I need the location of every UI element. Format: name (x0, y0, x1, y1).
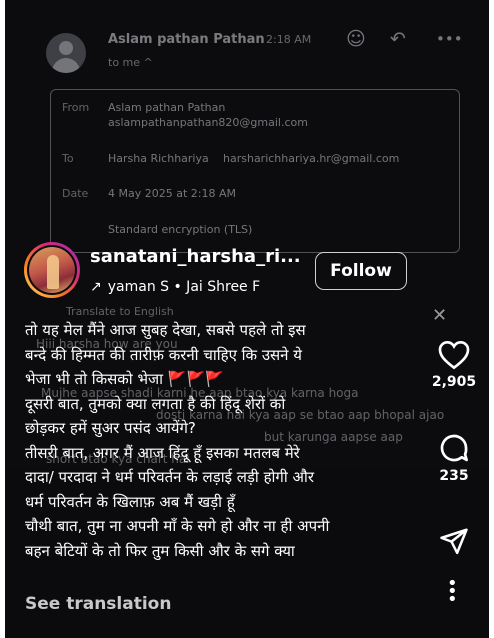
email-sender-name: Aslam pathan Pathan (108, 32, 265, 47)
comment-action[interactable]: 235 (430, 432, 478, 484)
to-label: To (62, 152, 74, 165)
more-options-icon: ••• (436, 30, 463, 48)
heart-icon[interactable] (438, 340, 470, 370)
caption-line: बन्दे की हिम्मत की तारीफ़ करनी चाहिए कि … (25, 345, 302, 364)
trending-arrow-icon: ↗ (90, 279, 102, 295)
reel-caption: तो यह मेल मैंने आज सुबह देखा, सबसे पहले … (25, 318, 437, 563)
from-email: aslampathanpathan820@gmail.com (108, 116, 308, 129)
caption-line-text: भेजा भी तो किसको भेजा (25, 370, 164, 388)
encryption-info: Standard encryption (TLS) (108, 223, 253, 236)
caption-line: छोड़कर हमें सुअर पसंद आयेंगे? (25, 419, 196, 437)
caption-line: तो यह मेल मैंने आज सुबह देखा, सबसे पहले … (25, 321, 306, 339)
share-action[interactable] (430, 526, 478, 556)
date-label: Date (62, 187, 89, 200)
comment-count: 235 (439, 468, 469, 484)
caption-line: बहन बेटियों के तो फिर तुम किसी और के सगे… (25, 541, 295, 560)
audio-track-label: уаman S • Jai Shree F (107, 279, 261, 295)
flag-icons: 🚩🚩🚩 (167, 370, 224, 388)
sender-avatar (46, 33, 86, 73)
caption-line: भेजा भी तो किसको भेजा 🚩🚩🚩 (25, 367, 437, 392)
caption-line: तीसरी बात, अगर मैं आज हिंदू हूँ इसका मतल… (25, 443, 300, 462)
reply-icon: ↶ (390, 28, 406, 50)
caption-line: चौथी बात, तुम ना अपनी माँ के सगे हो और न… (25, 517, 330, 535)
caption-line: धर्म परिवर्तन के खिलाफ़ अब मैं खड़ी हूँ (25, 492, 235, 511)
to-email: harsharichhariya.hr@gmail.com (223, 152, 400, 165)
profile-username[interactable]: sanatani_harsha_ri... (90, 246, 301, 267)
see-translation-link[interactable]: See translation (25, 594, 171, 614)
caption-line: दूसरी बात, तुमको क्या लगता है की हिंदू श… (25, 394, 286, 413)
to-name: Harsha Richhariya (108, 152, 209, 165)
caption-line: दादा/ परदादा ने धर्म परिवर्तन के लड़ाई ल… (25, 468, 315, 486)
translate-to-english-link: Translate to English (66, 305, 174, 318)
profile-avatar[interactable] (24, 242, 80, 298)
emoji-react-icon: ☺ (346, 28, 366, 50)
from-name: Aslam pathan Pathan (108, 101, 226, 114)
more-options-vertical-icon[interactable]: • • • (447, 575, 458, 609)
reel-viewer: Aslam pathan Pathan 2:18 AM to me ^ ☺ ↶ … (0, 0, 494, 638)
audio-track[interactable]: ↗ уаman S • Jai Shree F (90, 279, 260, 295)
send-share-icon[interactable] (439, 526, 469, 556)
comment-bubble-icon[interactable] (438, 432, 470, 464)
follow-button[interactable]: Follow (315, 252, 407, 290)
like-action[interactable]: 2,905 (430, 340, 478, 390)
email-time: 2:18 AM (266, 33, 312, 46)
left-edge-bar (0, 0, 5, 638)
email-recipient-toggle: to me ^ (108, 56, 153, 69)
like-count: 2,905 (431, 374, 477, 390)
from-label: From (62, 101, 90, 114)
right-edge-bar (489, 0, 494, 638)
date-value: 4 May 2025 at 2:18 AM (108, 187, 236, 200)
